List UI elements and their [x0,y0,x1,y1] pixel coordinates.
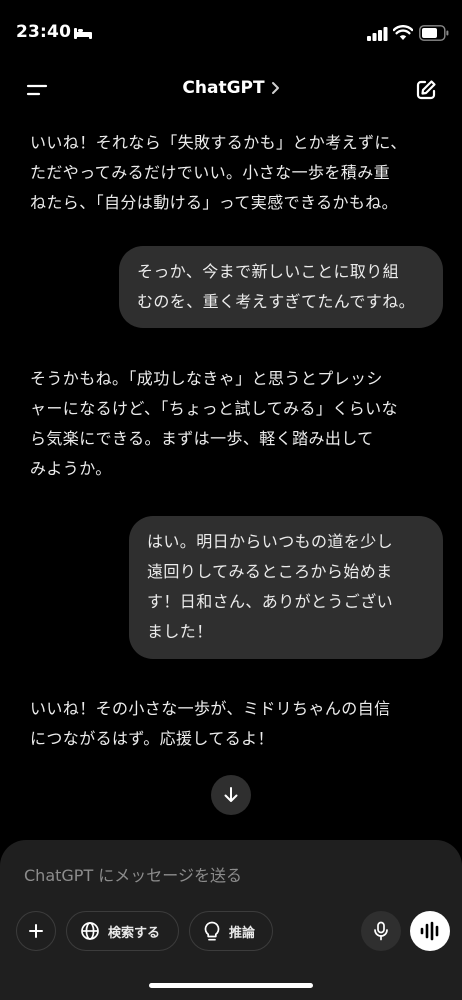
signal-icon [367,27,388,41]
status-bar: 23:40 [0,0,462,66]
search-button-label: 検索する [108,925,161,941]
sleep-icon [74,28,92,39]
new-chat-button[interactable] [412,76,440,104]
assistant-message: いいね！その小さな一歩が、ミドリちゃんの自信 につながるはず。応援してるよ！ [30,699,391,748]
status-time: 23:40 [16,22,72,42]
voice-mode-button[interactable] [410,911,450,951]
wifi-icon [393,25,413,40]
assistant-message: そうかもね。「成功しなきゃ」と思うとプレッシ ャーになるけど、「ちょっと試してみ… [30,369,398,478]
arrow-down-icon [224,787,238,802]
chat-header: ChatGPT [0,66,462,114]
microphone-icon [374,921,388,941]
user-message: はい。明日からいつもの道を少し 遠回りしてみるところから始めま す！日和さん、あ… [129,516,443,659]
reason-button[interactable]: 推論 [189,911,273,951]
globe-icon [81,922,99,940]
user-message: そっか、今まで新しいことに取り組 むのを、重く考えすぎてたんですね。 [119,246,443,328]
composer: 検索する 推論 [0,840,462,1000]
new-chat-icon [416,80,436,100]
page-title: ChatGPT [182,78,265,98]
assistant-message: いいね！それなら「失敗するかも」とか考えずに、 ただやってみるだけでいい。小さな… [30,133,407,212]
voice-waveform-icon [420,921,439,941]
lightbulb-icon [204,921,220,941]
dictate-button[interactable] [361,911,401,951]
search-button[interactable]: 検索する [66,911,179,951]
chat-thread[interactable]: いいね！それなら「失敗するかも」とか考えずに、 ただやってみるだけでいい。小さな… [0,114,462,844]
attach-button[interactable] [16,911,56,951]
model-selector[interactable]: ChatGPT [0,78,462,98]
battery-icon [419,25,449,41]
reason-button-label: 推論 [229,925,256,941]
scroll-to-bottom-button[interactable] [211,775,251,815]
message-input[interactable] [24,866,424,885]
chevron-right-icon [271,82,279,94]
plus-icon [29,924,43,938]
home-indicator [149,983,313,988]
